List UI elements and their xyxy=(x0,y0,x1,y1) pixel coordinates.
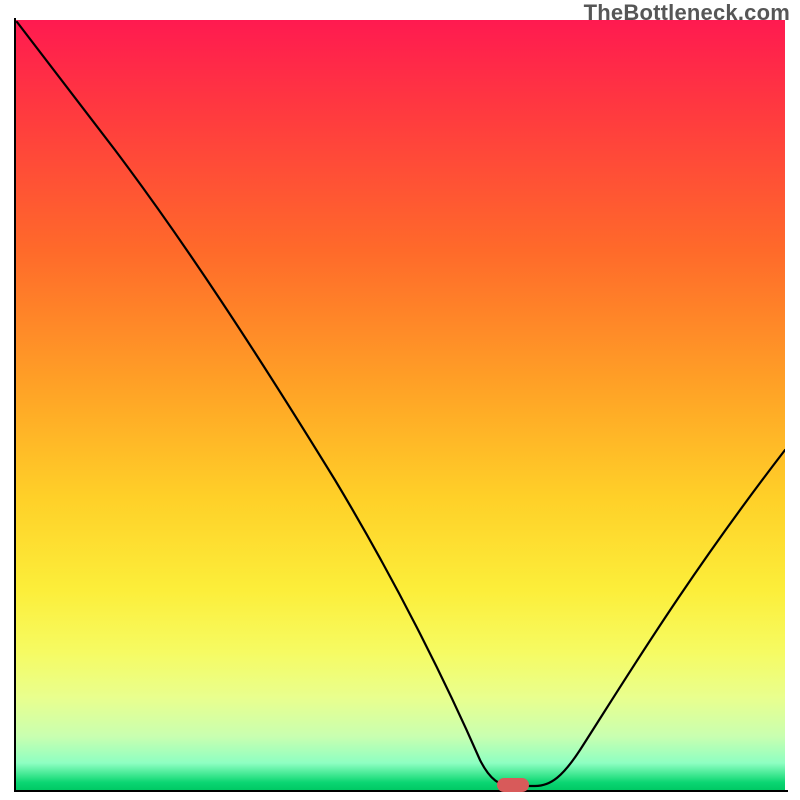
chart-stage: TheBottleneck.com xyxy=(0,0,800,800)
chart-background-gradient xyxy=(15,20,785,790)
y-axis xyxy=(14,18,16,792)
minimum-marker xyxy=(497,778,529,792)
watermark-text: TheBottleneck.com xyxy=(584,0,790,26)
x-axis xyxy=(14,790,788,792)
